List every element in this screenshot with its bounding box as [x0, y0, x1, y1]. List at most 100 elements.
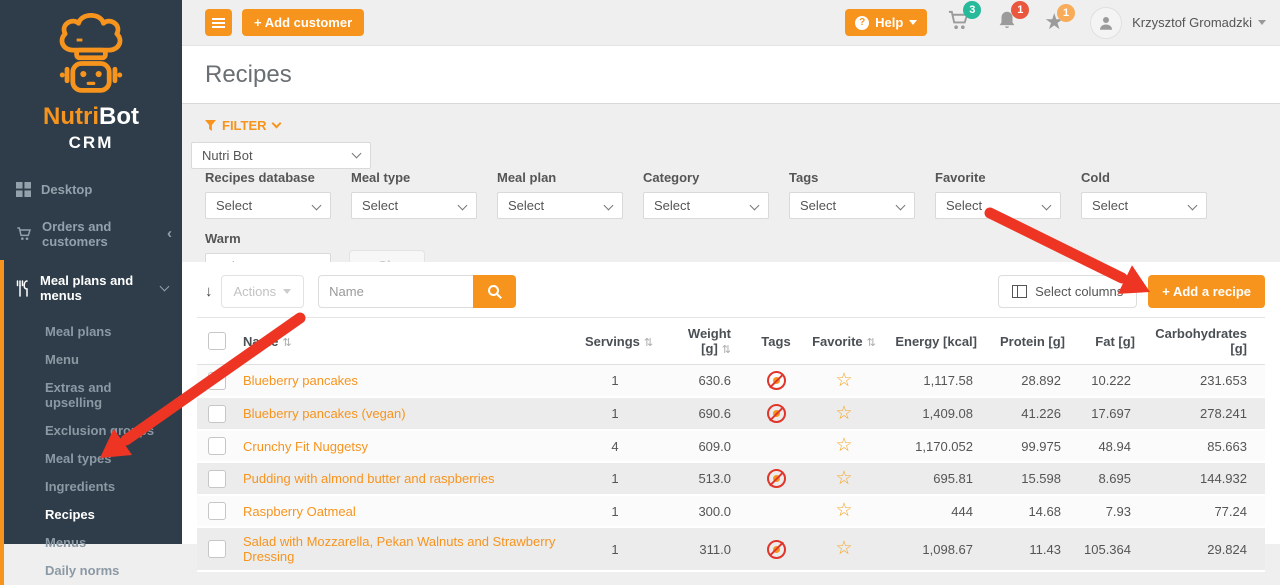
recipe-name-link[interactable]: Pudding with almond butter and raspberri…: [243, 471, 494, 486]
column-header-protein-g: Protein [g]: [983, 318, 1071, 365]
tags-cell: [747, 495, 805, 527]
carbs-cell: 231.653: [1141, 365, 1265, 398]
search-button[interactable]: [473, 275, 516, 308]
column-header-favorite[interactable]: Favorite⇅: [805, 318, 883, 365]
favorites-notifications-button[interactable]: ★ 1: [1044, 12, 1064, 34]
weight-cell: 300.0: [651, 495, 747, 527]
bell-notifications-button[interactable]: 1: [996, 9, 1018, 37]
sidebar-item-meal-plans-menus[interactable]: Meal plans and menus: [4, 262, 182, 314]
servings-cell: 1: [579, 527, 651, 571]
column-header-name[interactable]: Name⇅: [237, 318, 579, 365]
person-icon: [1097, 14, 1115, 32]
sidebar-subitem-extras-and-upselling[interactable]: Extras and upselling: [4, 374, 182, 417]
row-checkbox[interactable]: [208, 540, 226, 558]
sidebar-subitem-recipes[interactable]: Recipes: [4, 501, 182, 529]
favorite-star-icon[interactable]: ☆: [835, 538, 852, 559]
search-input[interactable]: [318, 275, 473, 308]
row-checkbox[interactable]: [208, 405, 226, 423]
sidebar-subitem-exclusion-groups[interactable]: Exclusion groups: [4, 417, 182, 445]
sidebar-subitem-daily-norms[interactable]: Daily norms: [4, 557, 182, 585]
filter-label: Meal plan: [497, 170, 623, 185]
add-customer-button[interactable]: + Add customer: [242, 9, 364, 36]
favorite-star-icon[interactable]: ☆: [835, 370, 852, 391]
recipe-name-link[interactable]: Blueberry pancakes: [243, 373, 358, 388]
table-header-row: Name⇅Servings⇅Weight [g]⇅TagsFavorite⇅En…: [197, 318, 1265, 365]
sidebar-subitem-label: Recipes: [45, 507, 95, 522]
favorite-star-icon[interactable]: ☆: [835, 500, 852, 521]
actions-button[interactable]: Actions: [221, 275, 305, 308]
sidebar-subitem-menu[interactable]: Menu: [4, 346, 182, 374]
sidebar-item-orders-customers[interactable]: Orders and customers ‹: [0, 208, 182, 260]
favorite-select[interactable]: Select: [935, 192, 1061, 219]
tags-cell: [747, 462, 805, 495]
row-checkbox[interactable]: [208, 437, 226, 455]
funnel-icon: [205, 120, 216, 131]
table-row: Pudding with almond butter and raspberri…: [197, 462, 1265, 495]
cold-select[interactable]: Select: [1081, 192, 1207, 219]
sidebar-subitem-meal-types[interactable]: Meal types: [4, 445, 182, 473]
select-all-checkbox[interactable]: [208, 332, 226, 350]
servings-cell: 1: [579, 365, 651, 398]
row-checkbox[interactable]: [208, 502, 226, 520]
workspace-select[interactable]: Nutri Bot: [191, 142, 371, 169]
sidebar-subitem-meal-plans[interactable]: Meal plans: [4, 318, 182, 346]
favorite-star-icon[interactable]: ☆: [835, 468, 852, 489]
recipes-database-select[interactable]: Select: [205, 192, 331, 219]
recipe-name-link[interactable]: Raspberry Oatmeal: [243, 504, 356, 519]
table-row: Salad with Mozzarella, Pekan Walnuts and…: [197, 527, 1265, 571]
help-button[interactable]: ? Help: [845, 9, 927, 36]
select-columns-button[interactable]: Select columns: [998, 275, 1137, 308]
sidebar-subitem-ingredients[interactable]: Ingredients: [4, 473, 182, 501]
add-recipe-button[interactable]: + Add a recipe: [1148, 275, 1265, 308]
protein-cell: 11.43: [983, 527, 1071, 571]
favorite-star-icon[interactable]: ☆: [835, 403, 852, 424]
column-header-servings[interactable]: Servings⇅: [579, 318, 651, 365]
tags-cell: [747, 365, 805, 398]
row-checkbox[interactable]: [208, 470, 226, 488]
hamburger-menu-button[interactable]: [205, 9, 232, 36]
filter-field: Favorite Select: [935, 170, 1061, 219]
filter-label: Tags: [789, 170, 915, 185]
page-title: Recipes: [205, 61, 292, 89]
meal-type-select[interactable]: Select: [351, 192, 477, 219]
carbs-cell: 77.24: [1141, 495, 1265, 527]
recipe-name-link[interactable]: Salad with Mozzarella, Pekan Walnuts and…: [243, 534, 555, 564]
hamburger-icon: [212, 18, 225, 20]
topbar: + Add customer ? Help 3 1 ★ 1 Krzysztof …: [182, 0, 1280, 46]
weight-cell: 609.0: [651, 430, 747, 462]
sidebar-subitem-label: Menus: [45, 535, 86, 550]
sidebar-item-label: Meal plans and menus: [40, 273, 151, 303]
user-menu[interactable]: Krzysztof Gromadzki: [1132, 15, 1266, 30]
tags-select[interactable]: Select: [789, 192, 915, 219]
user-avatar[interactable]: [1090, 7, 1122, 39]
protein-cell: 28.892: [983, 365, 1071, 398]
cart-notifications-button[interactable]: 3: [947, 9, 970, 37]
category-select[interactable]: Select: [643, 192, 769, 219]
meal-plan-select[interactable]: Select: [497, 192, 623, 219]
recipes-table: Name⇅Servings⇅Weight [g]⇅TagsFavorite⇅En…: [197, 317, 1265, 572]
sidebar-active-section: Meal plans and menus Meal plansMenuExtra…: [0, 260, 182, 585]
column-header-weight-g[interactable]: Weight [g]⇅: [651, 318, 747, 365]
filter-panel: FILTER Nutri Bot Recipes database Select…: [182, 104, 1280, 262]
filter-field: Cold Select: [1081, 170, 1207, 219]
favorite-star-icon[interactable]: ☆: [835, 435, 852, 456]
chevron-down-icon: [271, 119, 281, 129]
sidebar-subitem-menus[interactable]: Menus: [4, 529, 182, 557]
filter-toggle[interactable]: FILTER: [205, 118, 295, 133]
chevron-down-icon: [160, 282, 170, 292]
sort-icon: ⇅: [644, 337, 653, 349]
tags-cell: [747, 430, 805, 462]
recipe-name-link[interactable]: Crunchy Fit Nuggetsy: [243, 439, 368, 454]
brand-logo: NutriBot CRM: [0, 0, 182, 153]
title-bar: Recipes: [182, 46, 1280, 104]
energy-cell: 1,117.58: [883, 365, 983, 398]
row-checkbox[interactable]: [208, 372, 226, 390]
column-header-fat-g: Fat [g]: [1071, 318, 1141, 365]
sidebar-item-desktop[interactable]: Desktop: [0, 171, 182, 208]
recipe-name-link[interactable]: Blueberry pancakes (vegan): [243, 406, 406, 421]
column-header-tags: Tags: [747, 318, 805, 365]
sidebar-subitem-label: Ingredients: [45, 479, 115, 494]
column-header-carbohydrates-g: Carbohydrates [g]: [1141, 318, 1265, 365]
sort-order-icon[interactable]: ↓: [205, 283, 213, 300]
caret-down-icon: [1258, 20, 1266, 29]
